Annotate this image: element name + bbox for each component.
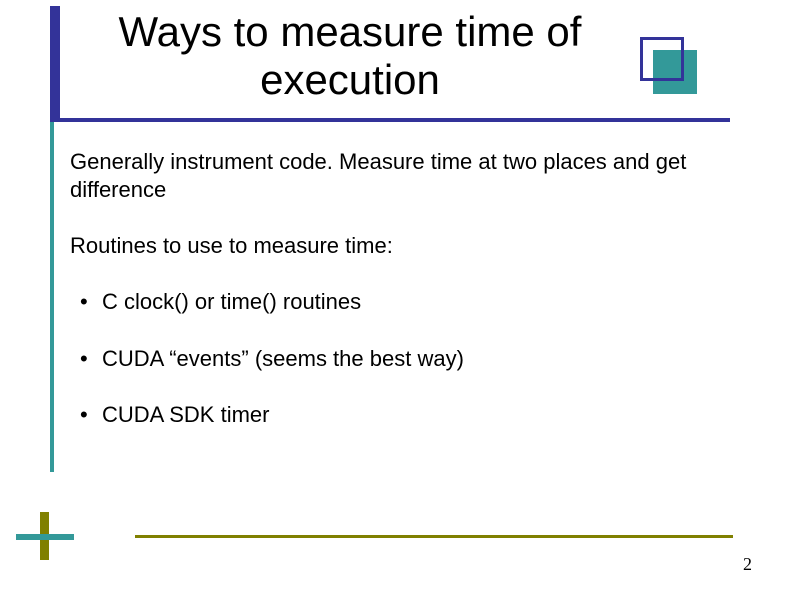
slide-body: Generally instrument code. Measure time … (70, 148, 750, 457)
subhead-paragraph: Routines to use to measure time: (70, 232, 750, 260)
slide: Ways to measure time of execution Genera… (0, 0, 794, 595)
body-accent-bar (50, 122, 54, 472)
title-accent-bar (50, 6, 60, 121)
footer-divider (135, 535, 733, 538)
list-item: CUDA “events” (seems the best way) (80, 345, 750, 373)
bullet-list: C clock() or time() routines CUDA “event… (80, 288, 750, 428)
slide-title: Ways to measure time of execution (70, 8, 630, 105)
list-item: CUDA SDK timer (80, 401, 750, 429)
footer-cross-horizontal-icon (16, 534, 74, 540)
intro-paragraph: Generally instrument code. Measure time … (70, 148, 750, 204)
title-underline (50, 118, 730, 122)
page-number: 2 (743, 554, 752, 575)
title-square-front-icon (640, 37, 684, 81)
list-item: C clock() or time() routines (80, 288, 750, 316)
